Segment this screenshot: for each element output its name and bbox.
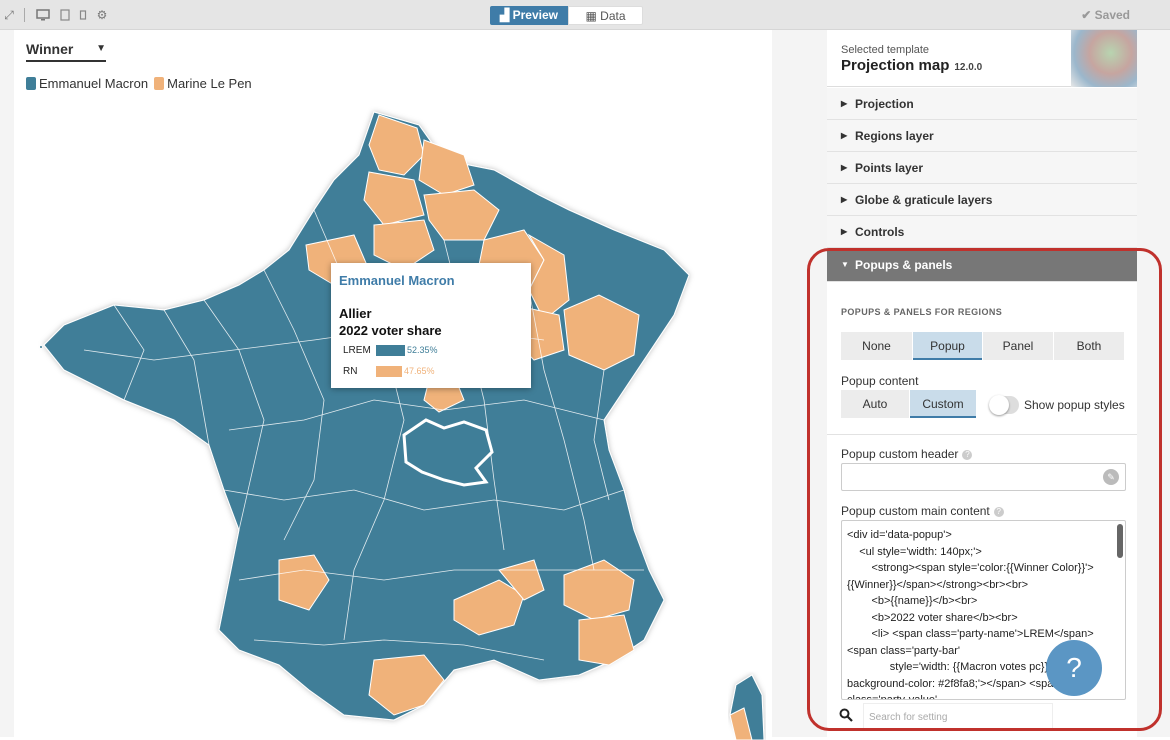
- section-globe-graticule[interactable]: ▶ Globe & graticule layers: [827, 184, 1137, 216]
- popup-region-name: Allier: [339, 306, 372, 321]
- popup-party-row: LREM 52.35%: [343, 345, 438, 356]
- chevron-right-icon: ▶: [841, 99, 848, 108]
- section-label: Projection: [855, 97, 914, 111]
- section-projection[interactable]: ▶ Projection: [827, 88, 1137, 120]
- section-controls[interactable]: ▶ Controls: [827, 216, 1137, 248]
- map-legend: Emmanuel Macron Marine Le Pen: [26, 76, 258, 91]
- data-tab[interactable]: ▦ Data: [568, 6, 643, 25]
- chevron-right-icon: ▶: [841, 227, 848, 236]
- region-lepen[interactable]: [578, 614, 635, 666]
- legend-item[interactable]: Marine Le Pen: [154, 76, 252, 91]
- section-regions-layer[interactable]: ▶ Regions layer: [827, 120, 1137, 152]
- saved-status: ✔ Saved: [1081, 8, 1130, 22]
- template-name: Projection map 12.0.0: [841, 57, 982, 74]
- chevron-right-icon: ▶: [841, 163, 848, 172]
- template-version: 12.0.0: [954, 62, 983, 73]
- preview-tab-label: Preview: [512, 8, 558, 22]
- popup-subtitle: 2022 voter share: [339, 323, 442, 338]
- party-value: 52.35%: [407, 345, 438, 355]
- tablet-icon[interactable]: [58, 8, 72, 22]
- party-bar: [376, 345, 405, 356]
- map-dot: [40, 346, 42, 348]
- winner-dropdown-value: Winner: [26, 41, 74, 57]
- check-icon: ✔: [1081, 8, 1095, 22]
- party-bar: [376, 366, 402, 377]
- party-name: LREM: [343, 345, 371, 356]
- section-label: Controls: [855, 225, 905, 239]
- chevron-right-icon: ▶: [841, 131, 848, 140]
- party-name: RN: [343, 366, 358, 377]
- template-selected-label: Selected template: [841, 44, 930, 56]
- template-name-text: Projection map: [841, 57, 950, 74]
- section-label: Points layer: [855, 161, 924, 175]
- winner-dropdown[interactable]: Winner ▼: [26, 38, 106, 62]
- chart-icon: ▟: [500, 8, 513, 22]
- chevron-right-icon: ▶: [841, 195, 848, 204]
- legend-swatch: [26, 77, 36, 90]
- popup-header: Emmanuel Macron: [339, 273, 455, 288]
- section-label: Globe & graticule layers: [855, 193, 993, 207]
- map-popup: Emmanuel Macron Allier 2022 voter share …: [331, 263, 531, 388]
- annotation-highlight: [807, 248, 1162, 731]
- top-toolbar: ⤢ ⚙ ▟ Preview ▦ Data ✔ Saved: [0, 0, 1170, 30]
- data-tab-label: Data: [600, 9, 626, 23]
- expand-icon[interactable]: ⤢: [2, 8, 16, 22]
- legend-swatch: [154, 77, 165, 90]
- section-points-layer[interactable]: ▶ Points layer: [827, 152, 1137, 184]
- template-header[interactable]: Selected template Projection map 12.0.0: [827, 30, 1137, 87]
- legend-label: Emmanuel Macron: [39, 76, 149, 91]
- legend-item[interactable]: Emmanuel Macron: [26, 76, 148, 91]
- table-icon: ▦: [585, 9, 601, 23]
- saved-label: Saved: [1094, 8, 1130, 22]
- section-label: Regions layer: [855, 129, 934, 143]
- france-map[interactable]: [24, 100, 774, 740]
- chevron-down-icon: ▼: [96, 43, 106, 54]
- party-value: 47.65%: [404, 366, 435, 376]
- preview-tab[interactable]: ▟ Preview: [490, 6, 568, 25]
- gear-icon[interactable]: ⚙: [95, 8, 109, 22]
- popup-party-row: RN 47.65%: [343, 366, 435, 377]
- preview-area: Winner ▼ Emmanuel Macron Marine Le Pen E…: [0, 30, 775, 740]
- toolbar-divider: [24, 8, 25, 22]
- desktop-icon[interactable]: [36, 8, 50, 22]
- legend-label: Marine Le Pen: [167, 76, 252, 91]
- mobile-icon[interactable]: [76, 8, 90, 22]
- template-thumbnail: [1071, 30, 1137, 87]
